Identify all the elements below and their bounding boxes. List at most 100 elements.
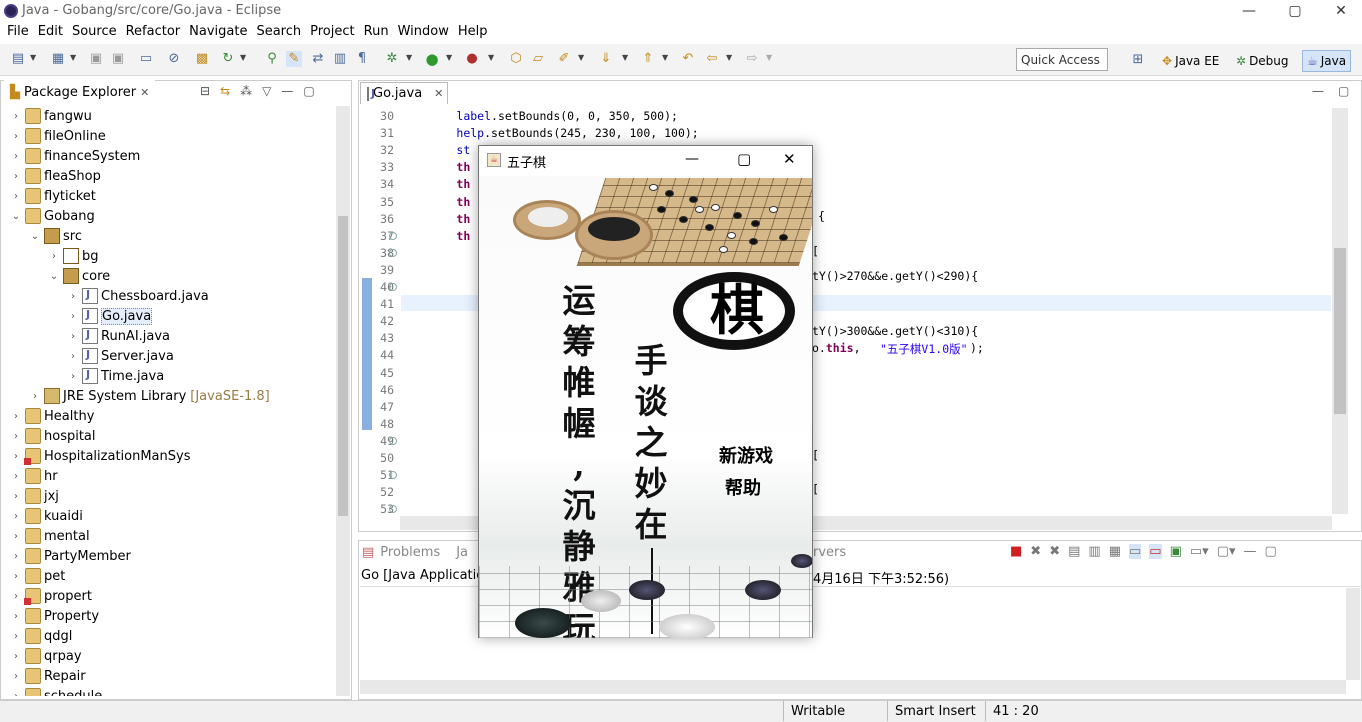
link-editor-icon[interactable]: ⇆ (220, 84, 230, 98)
show-stdout-icon[interactable]: ▭ (1129, 544, 1142, 559)
open-type-icon[interactable]: ▦ (50, 51, 66, 67)
search-tool-dropdown-icon[interactable]: ▼ (578, 54, 586, 62)
editor-tab-go-java[interactable]: Go.java ✕ (360, 82, 448, 104)
tree-item[interactable]: › hospital (10, 426, 96, 446)
collapsed-arrow-icon[interactable]: › (10, 151, 22, 162)
show-stderr-icon[interactable]: ▭ (1149, 544, 1162, 559)
save-icon[interactable]: ▣ (88, 51, 104, 67)
block-select-icon[interactable]: ▥ (332, 51, 348, 67)
tree-item[interactable]: ⌄ Gobang (10, 206, 95, 226)
code-line[interactable]: th (401, 177, 470, 191)
collapsed-arrow-icon[interactable]: › (10, 111, 22, 122)
tree-item[interactable]: › RunAI.java (67, 326, 170, 346)
tree-item[interactable]: › mental (10, 526, 90, 546)
new-server-icon[interactable]: ⚲ (264, 51, 280, 67)
console-hscrollbar[interactable] (360, 680, 1346, 694)
code-line[interactable]: st (401, 143, 470, 157)
skip-breakpoints-icon[interactable]: ⊘ (166, 51, 182, 67)
open-type-dropdown-icon[interactable]: ▼ (70, 54, 78, 62)
menu-source[interactable]: Source (69, 22, 123, 44)
back-icon[interactable]: ⇦ (704, 51, 720, 67)
search-tool-icon[interactable]: ✐ (556, 51, 572, 67)
tree-item[interactable]: › Repair (10, 666, 86, 686)
word-wrap-icon[interactable]: ▦ (1109, 544, 1121, 559)
quick-access-input[interactable]: Quick Access (1016, 48, 1108, 71)
display-console-icon[interactable]: ▭▾ (1190, 544, 1209, 559)
fold-toggle-icon[interactable] (389, 283, 397, 291)
menu-window[interactable]: Window (395, 22, 455, 44)
fold-toggle-icon[interactable] (389, 248, 397, 257)
tree-item[interactable]: › flyticket (10, 186, 96, 206)
tree-item[interactable]: › Property (10, 606, 99, 626)
code-line[interactable]: help.setBounds(245, 230, 100, 100); (401, 126, 698, 140)
collapsed-arrow-icon[interactable]: › (10, 511, 22, 522)
tree-item[interactable]: › kuaidi (10, 506, 83, 526)
external-tools-dropdown-icon[interactable]: ▼ (488, 54, 496, 62)
menu-edit[interactable]: Edit (35, 22, 69, 44)
package-explorer-tab[interactable]: ▙ Package Explorer ✕ (4, 80, 156, 104)
collapsed-arrow-icon[interactable]: › (10, 531, 22, 542)
tree-item[interactable]: › jxj (10, 486, 59, 506)
tree-item[interactable]: › PartyMember (10, 546, 131, 566)
tree-item[interactable]: › Chessboard.java (67, 286, 209, 306)
collapsed-arrow-icon[interactable]: › (67, 351, 79, 362)
collapsed-arrow-icon[interactable]: › (10, 691, 22, 697)
console-vscrollbar[interactable] (1346, 588, 1360, 680)
save-all-icon[interactable]: ▣ (110, 51, 126, 67)
toggle-icon[interactable]: ⇄ (310, 51, 326, 67)
problems-tab[interactable]: ▤ Problems Ja (362, 545, 468, 560)
scroll-lock-icon[interactable]: ▥ (1088, 544, 1100, 559)
tree-item[interactable]: › qdgl (10, 626, 72, 646)
refresh-dropdown-icon[interactable]: ▼ (240, 54, 248, 62)
clear-console-icon[interactable]: ▤ (1068, 544, 1080, 559)
status-insert-mode[interactable]: Smart Insert (895, 704, 976, 719)
remove-all-icon[interactable]: ✖ (1049, 544, 1060, 559)
next-annotation-dropdown-icon[interactable]: ▼ (622, 54, 630, 62)
editor-vscroll-thumb[interactable] (1334, 248, 1346, 414)
run-dropdown-icon[interactable]: ▼ (446, 54, 454, 62)
collapsed-arrow-icon[interactable]: › (10, 491, 22, 502)
close-editor-icon[interactable]: ✕ (434, 87, 443, 100)
code-line[interactable]: th (401, 212, 470, 226)
debug-dropdown-icon[interactable]: ▼ (406, 54, 414, 62)
menu-refactor[interactable]: Refactor (123, 22, 187, 44)
menu-run[interactable]: Run (361, 22, 395, 44)
highlight-icon[interactable]: ✎ (286, 51, 302, 67)
close-button[interactable]: ✕ (1318, 0, 1362, 22)
new-icon[interactable]: ▤ (10, 51, 26, 67)
collapsed-arrow-icon[interactable]: › (48, 251, 60, 262)
tree-item[interactable]: › hr (10, 466, 58, 486)
prev-annotation-icon[interactable]: ⇑ (640, 51, 656, 67)
menu-project[interactable]: Project (307, 22, 360, 44)
minimize-button[interactable]: — (1226, 0, 1272, 22)
perspective-java[interactable]: ☕ Java (1302, 50, 1352, 72)
tree-item[interactable]: › pet (10, 566, 65, 586)
gobang-maximize-button[interactable]: ▢ (737, 150, 751, 168)
collapsed-arrow-icon[interactable]: › (10, 431, 22, 442)
menu-search[interactable]: Search (253, 22, 307, 44)
fold-toggle-icon[interactable] (389, 436, 397, 445)
tree-item[interactable]: › financeSystem (10, 146, 140, 166)
tree-item[interactable]: › propert (10, 586, 92, 606)
view-menu-icon[interactable]: ▽ (262, 84, 271, 98)
refresh-icon[interactable]: ↻ (220, 51, 236, 67)
code-line[interactable]: th (401, 160, 470, 174)
collapsed-arrow-icon[interactable]: › (10, 131, 22, 142)
collapsed-arrow-icon[interactable]: › (10, 191, 22, 202)
code-line[interactable]: th (401, 195, 470, 209)
open-console-icon[interactable]: ▢▾ (1217, 544, 1236, 559)
tree-item[interactable]: ⌄ core (48, 266, 110, 286)
tree-item[interactable]: › Time.java (67, 366, 164, 386)
tree-item[interactable]: › bg (48, 246, 99, 266)
back-dropdown-icon[interactable]: ▼ (726, 54, 734, 62)
terminate-icon[interactable]: ■ (1010, 544, 1022, 559)
gobang-close-button[interactable]: ✕ (783, 150, 796, 168)
open-folder-icon[interactable]: ▱ (530, 51, 546, 67)
collapsed-arrow-icon[interactable]: › (10, 171, 22, 182)
collapsed-arrow-icon[interactable]: › (10, 611, 22, 622)
package-scroll-thumb[interactable] (338, 216, 348, 516)
build-icon[interactable]: ▩ (194, 51, 210, 67)
help-button[interactable]: 帮助 (725, 474, 761, 500)
collapsed-arrow-icon[interactable]: › (10, 451, 22, 462)
collapsed-arrow-icon[interactable]: › (10, 471, 22, 482)
